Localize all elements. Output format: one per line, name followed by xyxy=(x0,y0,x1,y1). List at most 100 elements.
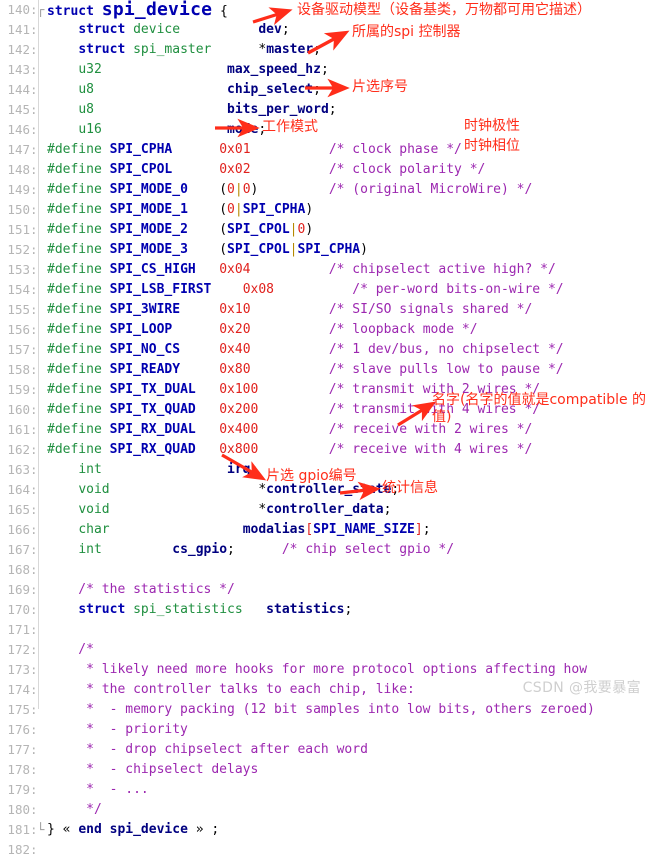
code-line[interactable]: 146: u16 mode; xyxy=(0,120,653,140)
fold-marker[interactable]: ┌ xyxy=(36,0,45,20)
code-text: struct device dev; xyxy=(78,22,290,37)
code-lines-container: 140:┌ struct spi_device {141: struct devi… xyxy=(0,0,653,860)
code-text: #define SPI_3WIRE 0x10 /* SI/SO signals … xyxy=(47,302,533,317)
code-line[interactable]: 162: #define SPI_RX_QUAD 0x800 /* receive… xyxy=(0,440,653,460)
code-editor[interactable]: 140:┌ struct spi_device {141: struct devi… xyxy=(0,0,653,857)
line-number-colon: : xyxy=(30,342,38,357)
line-number: 172 xyxy=(7,642,30,657)
line-number-colon: : xyxy=(30,222,38,237)
code-line[interactable]: 156: #define SPI_LOOP 0x20 /* loopback mo… xyxy=(0,320,653,340)
code-line[interactable]: 167: int cs_gpio; /* chip select gpio */ xyxy=(0,540,653,560)
line-number-colon: : xyxy=(30,182,38,197)
code-line[interactable]: 169: /* the statistics */ xyxy=(0,580,653,600)
line-number: 161 xyxy=(7,422,30,437)
annotation-statistics: 统计信息 xyxy=(382,480,438,496)
line-number: 177 xyxy=(7,742,30,757)
line-number-colon: : xyxy=(30,622,38,637)
code-line[interactable]: 166: char modalias[SPI_NAME_SIZE]; xyxy=(0,520,653,540)
code-text: * the controller talks to each chip, lik… xyxy=(47,682,415,697)
code-text: char modalias[SPI_NAME_SIZE]; xyxy=(78,522,431,537)
line-number-colon: : xyxy=(30,202,38,217)
line-number-colon: : xyxy=(30,22,38,37)
line-number-colon: : xyxy=(30,762,38,777)
code-line[interactable]: 158: #define SPI_READY 0x80 /* slave pull… xyxy=(0,360,653,380)
code-line[interactable]: 180: */ xyxy=(0,800,653,820)
code-line[interactable]: 171: xyxy=(0,620,653,640)
code-text: #define SPI_RX_QUAD 0x800 /* receive wit… xyxy=(47,442,533,457)
code-line[interactable]: 147: #define SPI_CPHA 0x01 /* clock phase… xyxy=(0,140,653,160)
line-number-colon: : xyxy=(30,522,38,537)
code-line[interactable]: 153: #define SPI_CS_HIGH 0x04 /* chipsele… xyxy=(0,260,653,280)
line-number-colon: : xyxy=(30,442,38,457)
line-number: 181 xyxy=(7,822,30,837)
code-text: #define SPI_MODE_2 (SPI_CPOL|0) xyxy=(47,222,314,237)
code-line[interactable]: 155: #define SPI_3WIRE 0x10 /* SI/SO sign… xyxy=(0,300,653,320)
line-number-colon: : xyxy=(30,282,38,297)
line-number-colon: : xyxy=(30,102,38,117)
line-number: 176 xyxy=(7,722,30,737)
code-line[interactable]: 149: #define SPI_MODE_0 (0|0) /* (origina… xyxy=(0,180,653,200)
code-line[interactable]: 141: struct device dev; xyxy=(0,20,653,40)
code-line[interactable]: 157: #define SPI_NO_CS 0x40 /* 1 dev/bus,… xyxy=(0,340,653,360)
line-number-colon: : xyxy=(30,702,38,717)
code-line[interactable]: 142: struct spi_master *master; xyxy=(0,40,653,60)
code-line[interactable]: 152: #define SPI_MODE_3 (SPI_CPOL|SPI_CPH… xyxy=(0,240,653,260)
line-number-colon: : xyxy=(30,242,38,257)
line-number: 163 xyxy=(7,462,30,477)
line-number-colon: : xyxy=(30,382,38,397)
code-line[interactable]: 165: void *controller_data; xyxy=(0,500,653,520)
line-number: 169 xyxy=(7,582,30,597)
line-number-colon: : xyxy=(30,262,38,277)
line-number: 156 xyxy=(7,322,30,337)
code-line[interactable]: 154: #define SPI_LSB_FIRST 0x08 /* per-wo… xyxy=(0,280,653,300)
code-line[interactable]: 170: struct spi_statistics statistics; xyxy=(0,600,653,620)
annotation-chipselect-index: 片选序号 xyxy=(352,79,408,95)
code-text: #define SPI_CPHA 0x01 /* clock phase */ xyxy=(47,142,462,157)
code-line[interactable]: 178: * - chipselect delays xyxy=(0,760,653,780)
line-number: 148 xyxy=(7,162,30,177)
code-text: /* xyxy=(47,642,94,657)
code-line[interactable]: 182: xyxy=(0,840,653,860)
code-text: struct spi_statistics statistics; xyxy=(78,602,353,617)
line-number: 149 xyxy=(7,182,30,197)
code-line[interactable]: 150: #define SPI_MODE_1 (0|SPI_CPHA) xyxy=(0,200,653,220)
code-text: #define SPI_MODE_3 (SPI_CPOL|SPI_CPHA) xyxy=(47,242,368,257)
line-number: 167 xyxy=(7,542,30,557)
code-text: #define SPI_MODE_0 (0|0) /* (original Mi… xyxy=(47,182,533,197)
line-number-colon: : xyxy=(30,482,38,497)
code-line[interactable]: 175: * - memory packing (12 bit samples … xyxy=(0,700,653,720)
annotation-cs-gpio: 片选 gpio编号 xyxy=(266,468,357,484)
line-number-colon: : xyxy=(30,422,38,437)
code-text: u16 mode; xyxy=(78,122,267,137)
line-number-colon: : xyxy=(30,502,38,517)
code-text: * - ... xyxy=(47,782,149,797)
code-line[interactable]: 181:└} « end spi_device » ; xyxy=(0,820,653,840)
line-number-colon: : xyxy=(30,142,38,157)
code-line[interactable]: 179: * - ... xyxy=(0,780,653,800)
line-number: 140 xyxy=(7,2,30,17)
line-number: 179 xyxy=(7,782,30,797)
line-number-colon: : xyxy=(30,722,38,737)
code-line[interactable]: 176: * - priority xyxy=(0,720,653,740)
code-line[interactable]: 148: #define SPI_CPOL 0x02 /* clock polar… xyxy=(0,160,653,180)
line-number: 151 xyxy=(7,222,30,237)
line-number-colon: : xyxy=(30,682,38,697)
line-number: 145 xyxy=(7,102,30,117)
line-number: 182 xyxy=(7,842,30,857)
fold-marker[interactable]: └ xyxy=(36,820,45,840)
code-text: void *controller_data; xyxy=(78,502,392,517)
line-number: 154 xyxy=(7,282,30,297)
code-text: #define SPI_MODE_1 (0|SPI_CPHA) xyxy=(47,202,314,217)
code-line[interactable]: 144: u8 chip_select; xyxy=(0,80,653,100)
code-text: u8 bits_per_word; xyxy=(78,102,337,117)
code-line[interactable]: 168: xyxy=(0,560,653,580)
code-line[interactable]: 172: /* xyxy=(0,640,653,660)
line-number-colon: : xyxy=(30,842,38,857)
code-line[interactable]: 151: #define SPI_MODE_2 (SPI_CPOL|0) xyxy=(0,220,653,240)
code-line[interactable]: 145: u8 bits_per_word; xyxy=(0,100,653,120)
code-line[interactable]: 177: * - drop chipselect after each word xyxy=(0,740,653,760)
line-number-colon: : xyxy=(30,322,38,337)
line-number: 150 xyxy=(7,202,30,217)
code-line[interactable]: 143: u32 max_speed_hz; xyxy=(0,60,653,80)
code-text: u32 max_speed_hz; xyxy=(78,62,329,77)
